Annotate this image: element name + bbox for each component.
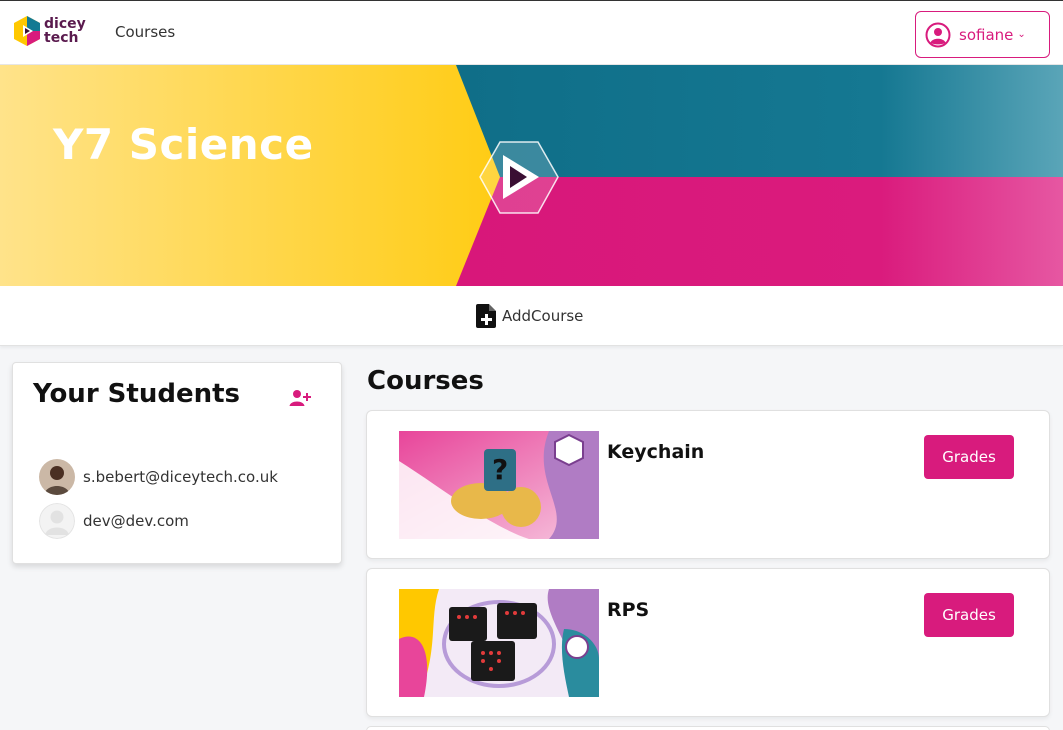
username: sofiane (959, 25, 1014, 44)
add-course-bar: AddCourse (0, 286, 1063, 346)
nav-courses-link[interactable]: Courses (115, 23, 175, 41)
student-item[interactable]: dev@dev.com (39, 503, 189, 539)
students-panel: Your Students s.bebert@diceytech.co.uk d… (12, 362, 342, 564)
course-thumbnail (399, 589, 599, 697)
add-course-label: AddCourse (502, 307, 584, 325)
course-card-partial (366, 726, 1050, 730)
course-thumbnail: ? (399, 431, 599, 539)
course-name: Keychain (607, 441, 705, 463)
user-avatar-icon (925, 22, 951, 47)
student-email: s.bebert@diceytech.co.uk (83, 468, 278, 486)
logo-line1: dicey (44, 16, 86, 32)
grades-button[interactable]: Grades (924, 593, 1014, 637)
navbar: dicey tech Courses sofiane ⌄ (0, 0, 1063, 65)
diceytech-logo[interactable]: dicey tech (12, 15, 92, 51)
courses-heading: Courses (367, 366, 484, 396)
course-card[interactable]: RPS Grades (366, 568, 1050, 717)
students-title: Your Students (33, 379, 241, 409)
logo-text: dicey tech (44, 17, 86, 45)
grades-button[interactable]: Grades (924, 435, 1014, 479)
svg-text:?: ? (492, 453, 508, 486)
course-banner: Y7 Science (0, 65, 1063, 286)
add-user-icon[interactable] (289, 389, 311, 407)
logo-line2: tech (44, 30, 79, 46)
course-title: Y7 Science (53, 120, 314, 169)
student-avatar (39, 503, 75, 539)
student-email: dev@dev.com (83, 512, 189, 530)
add-course-button[interactable]: AddCourse (476, 304, 583, 328)
student-item[interactable]: s.bebert@diceytech.co.uk (39, 459, 278, 495)
logo-icon (14, 16, 40, 46)
course-card[interactable]: ? Keychain Grades (366, 410, 1050, 559)
banner-graphic (0, 65, 1063, 286)
user-menu-button[interactable]: sofiane ⌄ (915, 11, 1050, 58)
chevron-down-icon: ⌄ (1017, 29, 1026, 40)
course-name: RPS (607, 599, 650, 621)
student-avatar (39, 459, 75, 495)
file-add-icon (476, 304, 496, 328)
